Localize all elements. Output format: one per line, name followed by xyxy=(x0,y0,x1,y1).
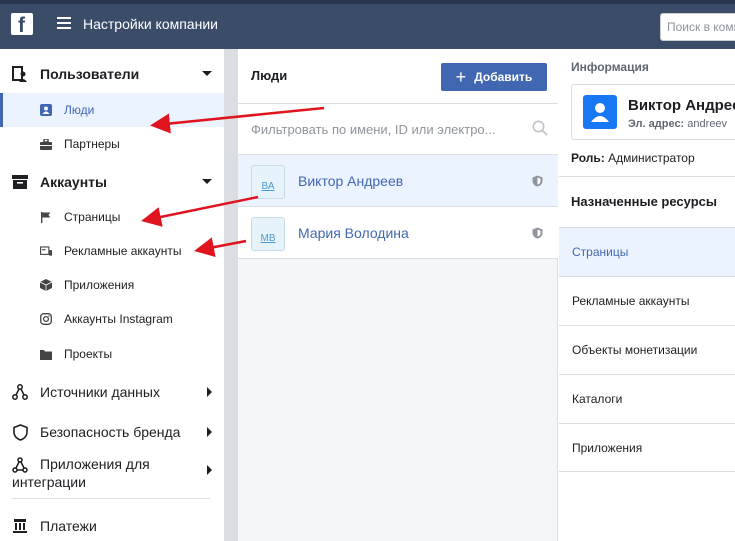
sidebar-section-payments[interactable]: Платежи xyxy=(0,509,224,541)
email-value: andreev xyxy=(687,118,728,130)
sidebar-scrollbar[interactable] xyxy=(224,49,238,541)
sidebar-item-label: Рекламные аккаунты xyxy=(64,244,182,258)
admin-shield-icon xyxy=(532,227,543,242)
accounts-icon xyxy=(11,173,29,191)
ad-account-icon xyxy=(40,245,52,257)
role-value: Администратор xyxy=(608,151,695,165)
info-divider xyxy=(559,176,735,177)
add-button[interactable]: + Добавить xyxy=(441,63,547,91)
user-name: Виктор Андреев xyxy=(628,97,735,114)
folder-icon xyxy=(40,348,52,360)
email-label: Эл. адрес: xyxy=(628,118,685,130)
sidebar-section-users[interactable]: Пользователи xyxy=(0,57,224,91)
flag-icon xyxy=(40,211,52,223)
users-icon xyxy=(11,65,29,83)
role-label: Роль: xyxy=(571,151,605,165)
sidebar-item-label: Приложения xyxy=(64,278,135,292)
resource-item-catalogs[interactable]: Каталоги xyxy=(559,374,735,423)
sidebar-section-label: Аккаунты xyxy=(40,174,107,190)
payments-icon xyxy=(11,517,29,535)
resource-item-pages[interactable]: Страницы xyxy=(559,227,735,276)
info-label: Информация xyxy=(571,60,649,74)
sidebar-item-label: Партнеры xyxy=(64,137,120,151)
chevron-right-icon xyxy=(207,427,212,437)
person-name[interactable]: Мария Володина xyxy=(298,225,409,241)
person-icon xyxy=(40,104,52,116)
sidebar-item-label: Проекты xyxy=(64,347,113,361)
shield-icon xyxy=(11,423,29,441)
user-email: Эл. адрес: andreev xyxy=(628,118,727,130)
sidebar-section-label: Платежи xyxy=(40,518,97,534)
chevron-right-icon xyxy=(207,387,212,397)
filter-input[interactable]: Фильтровать по имени, ID или электро... xyxy=(238,104,558,155)
sidebar-section-accounts[interactable]: Аккаунты xyxy=(0,165,224,199)
avatar: МВ xyxy=(251,217,285,251)
data-sources-icon xyxy=(11,383,29,401)
resource-item-monetization[interactable]: Объекты монетизации xyxy=(559,325,735,374)
info-panel: Информация Виктор Андреев Эл. адрес: and… xyxy=(559,49,735,541)
instagram-icon xyxy=(40,313,52,325)
sidebar-divider xyxy=(12,498,210,499)
hamburger-menu-icon[interactable] xyxy=(57,17,71,29)
admin-shield-icon xyxy=(532,175,543,190)
chevron-down-icon xyxy=(202,179,212,184)
filter-placeholder: Фильтровать по имени, ID или электро... xyxy=(251,122,496,137)
sidebar-section-brand-safety[interactable]: Безопасность бренда xyxy=(0,415,224,449)
add-button-label: Добавить xyxy=(474,70,533,84)
user-card: Виктор Андреев Эл. адрес: andreev xyxy=(571,84,735,140)
cube-icon xyxy=(40,279,52,291)
sidebar-item-ad-accounts[interactable]: Рекламные аккаунты xyxy=(0,234,224,268)
facebook-logo-icon[interactable]: f xyxy=(11,13,33,37)
resource-label: Рекламные аккаунты xyxy=(572,294,690,308)
resource-item-ad-accounts[interactable]: Рекламные аккаунты xyxy=(559,276,735,325)
sidebar-section-label: Приложения для интеграции xyxy=(12,456,150,490)
resource-label: Приложения xyxy=(572,440,643,455)
sidebar-section-integrations[interactable]: Приложения для интеграции xyxy=(0,453,224,493)
top-bar: f Настройки компании Поиск в компании xyxy=(0,0,735,49)
sidebar-item-people[interactable]: Люди xyxy=(0,93,224,127)
briefcase-icon xyxy=(40,138,52,150)
sidebar-item-projects[interactable]: Проекты xyxy=(0,337,224,371)
avatar: ВА xyxy=(251,165,285,199)
sidebar-section-data-sources[interactable]: Источники данных xyxy=(0,375,224,409)
chevron-down-icon xyxy=(202,71,212,76)
sidebar-item-pages[interactable]: Страницы xyxy=(0,200,224,234)
people-header: Люди + Добавить xyxy=(238,49,558,104)
person-name[interactable]: Виктор Андреев xyxy=(298,173,403,189)
sidebar-item-partners[interactable]: Партнеры xyxy=(0,127,224,161)
person-row[interactable]: ВА Виктор Андреев xyxy=(238,155,558,207)
resource-label: Каталоги xyxy=(572,392,623,406)
resource-label: Страницы xyxy=(572,245,629,259)
resource-item-apps[interactable]: Приложения xyxy=(559,423,735,472)
facebook-logo-letter: f xyxy=(18,14,25,37)
person-row[interactable]: МВ Мария Володина xyxy=(238,207,558,259)
plus-icon: + xyxy=(455,67,467,87)
people-title: Люди xyxy=(251,68,288,83)
sidebar-item-label: Люди xyxy=(64,103,95,117)
resources-title: Назначенные ресурсы xyxy=(571,194,717,209)
sidebar-item-instagram[interactable]: Аккаунты Instagram xyxy=(0,302,224,336)
people-panel: Люди + Добавить Фильтровать по имени, ID… xyxy=(238,49,558,541)
sidebar-item-apps[interactable]: Приложения xyxy=(0,268,224,302)
chevron-right-icon xyxy=(207,465,212,475)
search-icon xyxy=(532,120,548,139)
sidebar-item-label: Страницы xyxy=(64,210,121,224)
sidebar-item-label: Аккаунты Instagram xyxy=(64,312,173,326)
avatar xyxy=(583,95,617,129)
sidebar: Пользователи Люди Партнеры Аккаунты Стра… xyxy=(0,49,224,541)
sidebar-section-label: Безопасность бренда xyxy=(40,424,181,440)
page-title: Настройки компании xyxy=(83,16,218,32)
search-input[interactable]: Поиск в компании xyxy=(660,13,735,41)
resource-label: Объекты монетизации xyxy=(572,343,698,357)
user-role: Роль: Администратор xyxy=(571,151,695,165)
sidebar-section-label: Источники данных xyxy=(40,384,160,400)
sidebar-section-label: Пользователи xyxy=(40,66,140,82)
